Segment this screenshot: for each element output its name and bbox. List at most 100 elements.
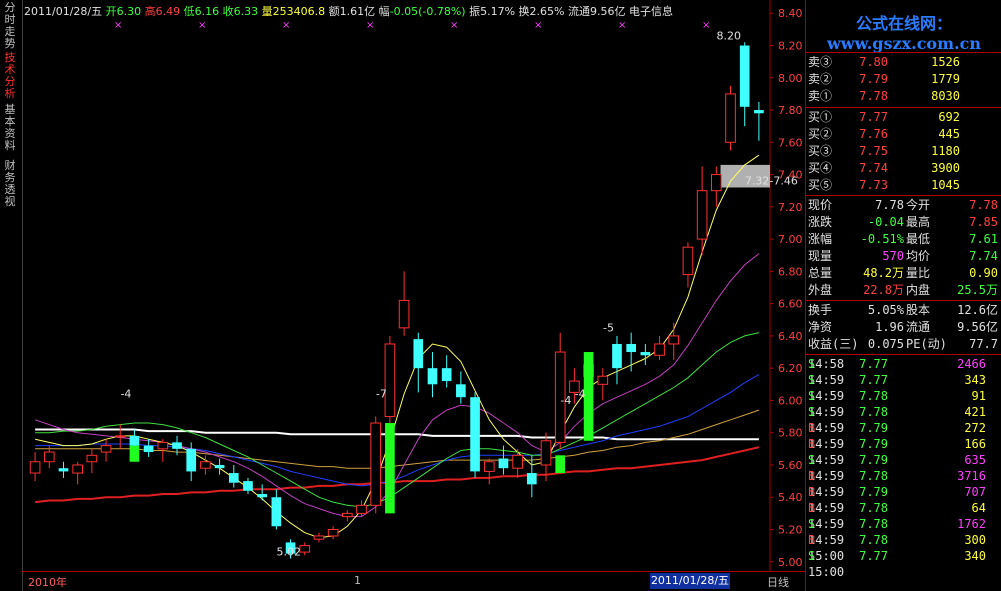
stat-value: 7.74 — [969, 249, 998, 263]
signal-bar — [129, 445, 140, 462]
stat-value: 570 — [882, 249, 904, 263]
candle-body — [754, 110, 764, 114]
tick-side: S — [808, 453, 816, 467]
chart-annotation: 5.02 — [277, 546, 302, 559]
bid-price: 7.74 — [859, 161, 888, 175]
candle-body — [540, 440, 552, 466]
y-tick-label: 5.40 — [778, 491, 803, 504]
fundamental-row: 净资 1.96 流通 9.56亿 — [808, 319, 1000, 336]
kline-chart-area[interactable]: 8.40 8.20 8.00 7.80 7.60 7.40 7.20 7.00 6.80 6.60… — [22, 0, 805, 591]
stat-row: 外盘 22.8万 内盘 25.5万 — [808, 282, 1000, 299]
fund-value: 77.7 — [969, 337, 998, 351]
candle-body — [682, 246, 694, 276]
fund-label: 净资 — [808, 320, 833, 334]
y-tick-label: 5.00 — [778, 556, 803, 569]
ask-row: 卖② 7.79 1779 — [808, 71, 1000, 88]
y-tick-label: 6.20 — [778, 362, 803, 375]
tab-financial[interactable]: 财务透视 — [2, 160, 18, 208]
tick-row: 14:59 7.78 1762 S — [808, 516, 1000, 533]
stat-label: 涨跌 — [808, 215, 833, 229]
stat-row: 现量 570 均价 7.74 — [808, 248, 1000, 265]
candle-body — [342, 512, 353, 518]
candle-body — [172, 442, 182, 449]
candle-body — [29, 461, 41, 474]
ask-volume: 1526 — [931, 55, 960, 69]
tick-price: 7.79 — [859, 485, 888, 499]
tab-intraday[interactable]: 分时走势 — [2, 2, 18, 50]
y-tick-label: 7.60 — [778, 136, 803, 149]
tick-volume: 272 — [964, 421, 986, 435]
stat-value: 0.90 — [969, 266, 998, 280]
bid-row: 买④ 7.74 3900 — [808, 160, 1000, 177]
info-vol-value: 253406.8 — [272, 5, 326, 18]
tick-volume: 3716 — [957, 469, 986, 483]
kline-chart[interactable]: 8.408.208.007.807.607.407.207.006.806.60… — [22, 0, 805, 571]
tick-price: 7.78 — [859, 389, 888, 403]
y-tick-label: 6.80 — [778, 265, 803, 278]
fund-value: 12.6亿 — [957, 303, 998, 317]
tab-basic-info[interactable]: 基本资料 — [2, 104, 18, 152]
stat-value: 7.78 — [969, 198, 998, 212]
tick-volume: 1762 — [957, 517, 986, 531]
ask-row: 卖③ 7.80 1526 — [808, 54, 1000, 71]
tick-volume: 64 — [971, 501, 986, 515]
info-amplitude-value: 5.17% — [480, 5, 516, 18]
tick-side: S — [808, 517, 816, 531]
tick-side: B — [808, 533, 816, 547]
stat-label: 均价 — [906, 249, 931, 263]
candle-body — [243, 481, 253, 491]
fund-value: 0.075 — [867, 337, 904, 351]
chart-annotation: -7 — [376, 387, 387, 400]
candle-body — [72, 464, 83, 474]
ask-label: 卖① — [808, 89, 833, 103]
stat-row: 涨跌 -0.04 最高 7.85 — [808, 214, 1000, 231]
stock-terminal-window: 分时走势 技术分析 基本资料 财务透视 8.40 8.20 8.00 7.80 7.60… — [0, 0, 1001, 591]
tick-side: S — [808, 389, 816, 403]
candle-body — [711, 174, 722, 192]
tick-row: 15:00 — [808, 564, 1000, 581]
y-tick-label: 7.00 — [778, 233, 803, 246]
stat-label: 今开 — [906, 198, 931, 212]
tick-row: 15:00 7.77 340 S — [808, 548, 1000, 565]
tick-volume: 343 — [964, 373, 986, 387]
candle-body — [456, 384, 466, 398]
bid-row: 买① 7.77 692 — [808, 109, 1000, 126]
stat-label: 涨幅 — [808, 232, 833, 246]
ask-label: 卖② — [808, 72, 833, 86]
stat-value: 48.2万 — [863, 266, 904, 280]
chart-annotation: -4 — [575, 387, 586, 400]
info-low-label: 低 — [183, 5, 195, 18]
candle-body — [86, 454, 98, 463]
candle-body — [725, 93, 736, 143]
bid-row: 买③ 7.75 1180 — [808, 143, 1000, 160]
tick-price: 7.78 — [859, 501, 888, 515]
info-float-label: 流通 — [567, 5, 590, 18]
candle-body — [186, 448, 197, 472]
tick-side: B — [808, 437, 816, 451]
tick-volume: 166 — [964, 437, 986, 451]
ma-line — [34, 253, 760, 518]
period-button[interactable]: 日线 — [767, 574, 789, 590]
divider — [806, 354, 1001, 355]
candle-body — [427, 368, 438, 385]
y-tick-label: 6.60 — [778, 298, 803, 311]
bid-label: 买⑤ — [808, 178, 833, 192]
candle-body — [413, 339, 424, 369]
fundamental-row: 换手 5.05% 股本 12.6亿 — [808, 302, 1000, 319]
tick-price: 7.77 — [859, 373, 888, 387]
bid-price: 7.75 — [859, 144, 888, 158]
bid-row: 买⑤ 7.73 1045 — [808, 177, 1000, 194]
stat-label: 现价 — [808, 198, 833, 212]
year-label: 2010年 — [28, 576, 67, 589]
candle-body — [214, 464, 225, 469]
ask-price: 7.78 — [859, 89, 888, 103]
tick-volume: 300 — [964, 533, 986, 547]
fund-value: 9.56亿 — [957, 320, 998, 334]
tick-price: 7.77 — [859, 357, 888, 371]
bid-price: 7.77 — [859, 110, 888, 124]
info-change-value: -0.05(-0.78%) — [389, 5, 466, 18]
fund-label: 收益(三) — [808, 337, 859, 351]
tab-technical-analysis[interactable]: 技术分析 — [2, 52, 18, 100]
info-line: 2011/01/28/五 开6.30 高6.49 低6.16 收6.33 量25… — [24, 5, 673, 19]
time-axis-bar: 2010年 1 2011/01/28/五 日线 — [22, 571, 805, 591]
